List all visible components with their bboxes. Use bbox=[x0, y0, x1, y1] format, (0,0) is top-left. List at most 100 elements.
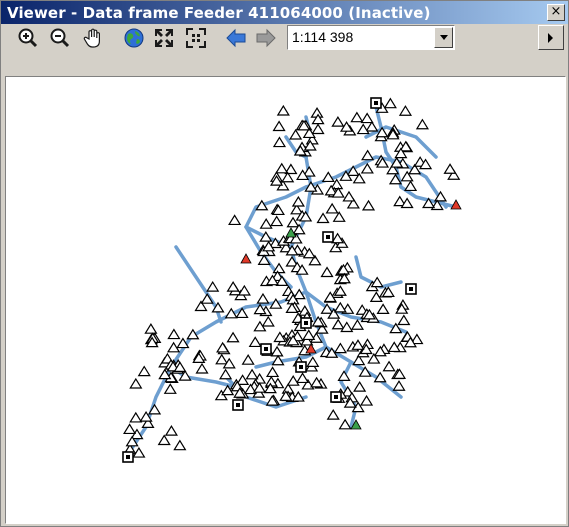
transformer-symbol bbox=[325, 202, 339, 214]
transformer-symbol bbox=[265, 366, 280, 378]
transformer-symbol bbox=[353, 380, 367, 392]
transformer-symbol bbox=[361, 199, 376, 211]
transformer-symbol bbox=[272, 120, 286, 132]
chevron-down-icon bbox=[439, 34, 448, 40]
back-arrow-icon bbox=[226, 28, 246, 48]
transformer-symbol bbox=[137, 365, 151, 377]
switch-symbol-core bbox=[334, 395, 338, 399]
transformer-symbol bbox=[276, 104, 290, 116]
transformer-symbol bbox=[206, 280, 220, 292]
transformer-symbol bbox=[270, 345, 284, 357]
pan-hand-icon bbox=[83, 28, 100, 48]
transformer-symbol bbox=[291, 195, 305, 207]
transformer-symbol bbox=[392, 380, 406, 391]
transformer-symbol bbox=[157, 434, 171, 446]
transformer-symbol bbox=[398, 105, 413, 116]
transformer-symbol bbox=[261, 315, 275, 327]
transformer-symbol bbox=[164, 425, 178, 436]
transformer-symbol bbox=[245, 368, 259, 380]
transformer-symbol bbox=[302, 329, 316, 341]
chevron-right-icon bbox=[548, 32, 553, 43]
transformer-symbol bbox=[129, 411, 143, 423]
transformer-symbol bbox=[326, 409, 340, 420]
transformer-symbol bbox=[397, 314, 411, 326]
feeder-line bbox=[124, 290, 308, 459]
transformer-symbol bbox=[195, 362, 209, 374]
transformer-symbol bbox=[286, 375, 300, 386]
transformer-symbol bbox=[163, 383, 177, 394]
transformer-symbol bbox=[331, 115, 345, 127]
transformer-symbol bbox=[360, 112, 374, 124]
fixed-zoom-out-icon bbox=[186, 28, 206, 48]
transformer-symbol bbox=[337, 370, 351, 381]
transformer-symbol bbox=[226, 331, 240, 343]
transformer-symbol bbox=[332, 211, 346, 222]
scale-dropdown[interactable]: 1:114 398 bbox=[287, 25, 455, 50]
switch-symbol-core bbox=[326, 235, 330, 239]
transformer-symbol bbox=[333, 342, 347, 354]
toolbar-overflow-button[interactable] bbox=[538, 25, 564, 50]
transformer-symbol bbox=[350, 111, 364, 123]
switch-symbol-core bbox=[126, 455, 130, 459]
transformer-symbol bbox=[415, 118, 429, 130]
transformer-symbol bbox=[259, 218, 273, 229]
pan-button[interactable] bbox=[80, 25, 106, 51]
feeder-network-map[interactable] bbox=[6, 77, 565, 523]
map-view[interactable] bbox=[5, 76, 566, 524]
transformer-symbol bbox=[365, 120, 379, 132]
zoom-out-button[interactable] bbox=[47, 25, 73, 51]
scale-value: 1:114 398 bbox=[292, 29, 354, 45]
switch-symbol-core bbox=[304, 321, 308, 325]
transformer-symbol bbox=[311, 123, 325, 135]
transformer-symbol bbox=[333, 301, 347, 313]
viewer-window: Viewer - Data frame Feeder 411064000 (In… bbox=[0, 0, 569, 527]
transformer-symbol bbox=[270, 215, 284, 227]
transformer-symbol bbox=[241, 354, 255, 365]
transformer-symbol bbox=[275, 162, 289, 174]
transformer-symbol bbox=[228, 214, 242, 226]
transformer-symbol bbox=[167, 328, 181, 340]
full-extent-button[interactable] bbox=[121, 25, 147, 51]
full-extent-globe-icon bbox=[124, 28, 144, 48]
switch-symbol-core bbox=[236, 403, 240, 407]
transformer-symbol bbox=[320, 266, 334, 278]
forward-button[interactable] bbox=[253, 25, 279, 51]
title-bar[interactable]: Viewer - Data frame Feeder 411064000 (In… bbox=[1, 1, 568, 24]
switch-symbol-core bbox=[299, 365, 303, 369]
transformer-symbol bbox=[382, 360, 396, 372]
transformer-symbol bbox=[216, 341, 230, 353]
transformer-symbol bbox=[295, 372, 310, 384]
transformer-symbol bbox=[376, 303, 390, 314]
transformer-symbol bbox=[360, 162, 374, 174]
close-button[interactable]: × bbox=[547, 4, 565, 21]
transformer-symbol bbox=[129, 377, 143, 389]
transformer-symbol bbox=[298, 305, 312, 316]
transformer-symbol bbox=[316, 212, 330, 224]
highlighted-symbol bbox=[240, 253, 252, 264]
transformer-symbol bbox=[272, 136, 287, 148]
transformer-symbol bbox=[342, 190, 356, 202]
switch-symbol-core bbox=[264, 347, 268, 351]
zoom-in-icon bbox=[18, 28, 38, 48]
zoom-out-icon bbox=[50, 28, 70, 48]
window-title: Viewer - Data frame Feeder 411064000 (In… bbox=[7, 3, 431, 22]
transformer-symbol bbox=[123, 423, 137, 435]
transformer-symbol bbox=[383, 97, 397, 109]
fixed-zoom-out-button[interactable] bbox=[183, 25, 209, 51]
switch-symbol-core bbox=[409, 287, 413, 291]
transformer-symbol bbox=[144, 323, 158, 334]
close-icon: × bbox=[550, 4, 562, 19]
transformer-symbol bbox=[173, 439, 187, 451]
fixed-zoom-in-icon bbox=[155, 29, 173, 47]
transformer-symbol bbox=[256, 292, 270, 304]
transformer-symbol bbox=[404, 180, 418, 192]
transformer-symbol bbox=[443, 163, 457, 174]
switch-symbol-core bbox=[374, 101, 378, 105]
fixed-zoom-in-button[interactable] bbox=[151, 25, 177, 51]
back-button[interactable] bbox=[223, 25, 249, 51]
transformer-symbol bbox=[219, 368, 233, 380]
forward-arrow-icon bbox=[256, 28, 276, 48]
zoom-in-button[interactable] bbox=[15, 25, 41, 51]
transformer-symbol bbox=[359, 394, 374, 406]
scale-dropdown-button[interactable] bbox=[434, 27, 453, 48]
